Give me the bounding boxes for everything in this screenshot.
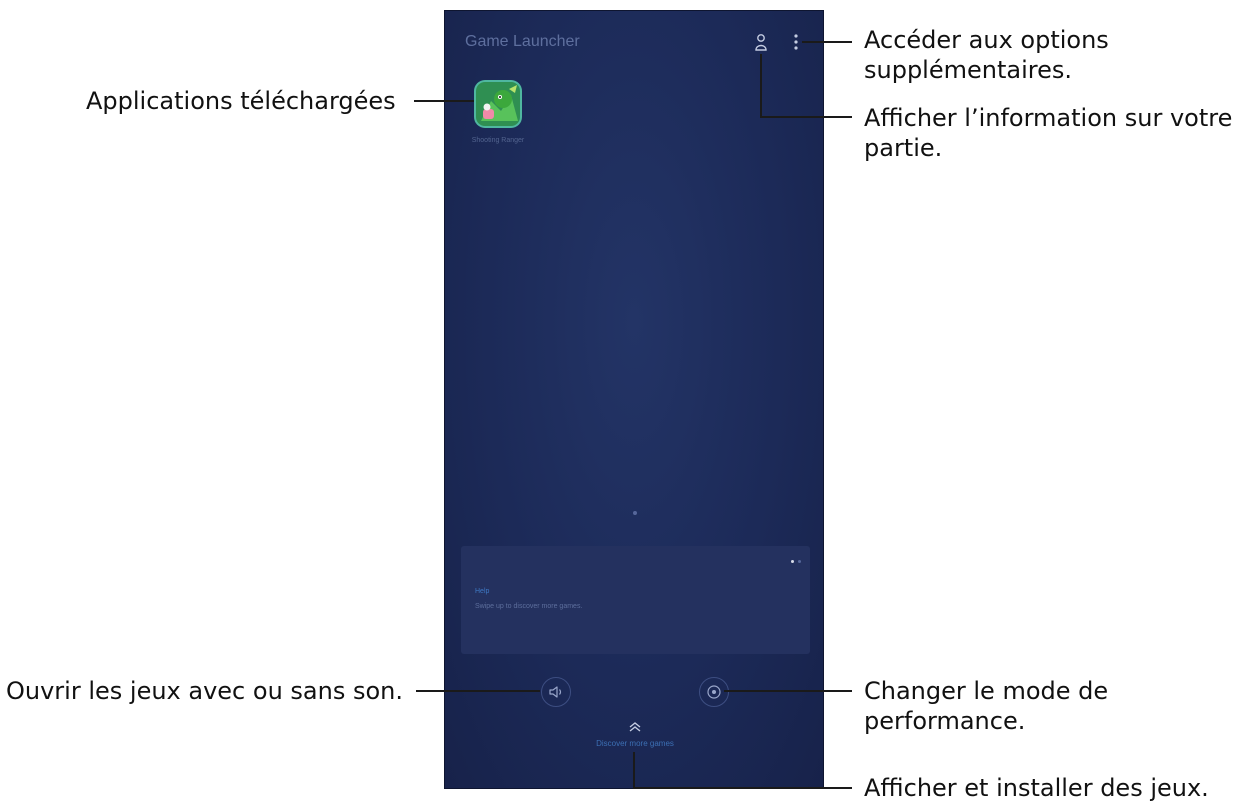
callout-install-games: Afficher et installer des jeux. — [864, 774, 1209, 802]
callout-line-game-info — [760, 54, 852, 118]
callout-performance: Changer le mode de performance. — [864, 677, 1109, 735]
callout-line-install-games — [633, 752, 852, 789]
callout-sound: Ouvrir les jeux avec ou sans son. — [6, 677, 403, 705]
callout-game-info: Afficher l’information sur votre partie. — [864, 104, 1233, 162]
callout-downloaded-apps: Applications téléchargées — [86, 87, 396, 115]
callout-more-options: Accéder aux options supplémentaires. — [864, 26, 1109, 84]
